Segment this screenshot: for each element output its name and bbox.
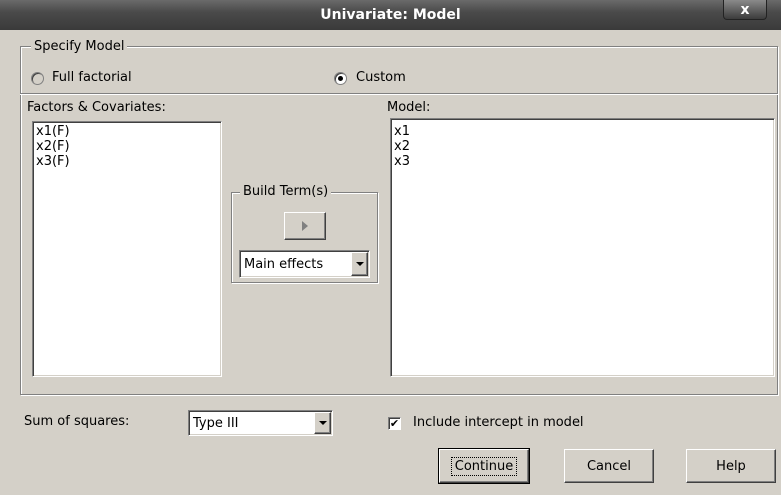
model-listbox[interactable]: x1 x2 x3 [390,118,775,377]
full-factorial-radio[interactable] [31,72,44,85]
sum-of-squares-value: Type III [193,416,239,431]
continue-button[interactable]: Continue [438,448,530,484]
cancel-button[interactable]: Cancel [564,449,654,483]
list-item[interactable]: x1(F) [33,124,221,139]
specify-model-legend: Specify Model [31,39,128,54]
chevron-down-icon [355,262,364,266]
sum-of-squares-select[interactable]: Type III [188,410,333,436]
sum-of-squares-dropdown[interactable] [314,412,331,434]
build-term-type-dropdown[interactable] [351,252,368,276]
list-item[interactable]: x2 [391,139,774,154]
build-term-type-value: Main effects [244,257,324,272]
model-label: Model: [387,100,431,115]
custom-radio[interactable] [334,72,347,85]
sum-of-squares-label: Sum of squares: [24,414,130,429]
help-button-label: Help [716,458,746,474]
separator-line [20,93,778,95]
build-term-arrow-button[interactable] [284,212,326,240]
factors-listbox[interactable]: x1(F) x2(F) x3(F) [32,121,222,377]
list-item[interactable]: x2(F) [33,139,221,154]
custom-label[interactable]: Custom [356,70,406,85]
include-intercept-checkbox[interactable]: ✔ [388,417,401,430]
full-factorial-label[interactable]: Full factorial [52,70,132,85]
title-bar: Univariate: Model x [0,0,781,30]
factors-label: Factors & Covariates: [27,100,166,115]
continue-button-label: Continue [450,456,518,476]
list-item[interactable]: x1 [391,124,774,139]
close-icon: x [740,1,750,18]
list-item[interactable]: x3 [391,154,774,169]
right-arrow-icon [302,221,308,231]
include-intercept-label[interactable]: Include intercept in model [413,415,584,430]
list-item[interactable]: x3(F) [33,154,221,169]
build-term-type-select[interactable]: Main effects [239,250,370,278]
window-title: Univariate: Model [320,7,461,23]
check-icon: ✔ [389,417,400,430]
build-term-legend: Build Term(s) [240,184,332,199]
help-button[interactable]: Help [686,449,776,483]
close-button[interactable]: x [723,0,767,20]
cancel-button-label: Cancel [586,458,632,474]
chevron-down-icon [318,421,327,425]
